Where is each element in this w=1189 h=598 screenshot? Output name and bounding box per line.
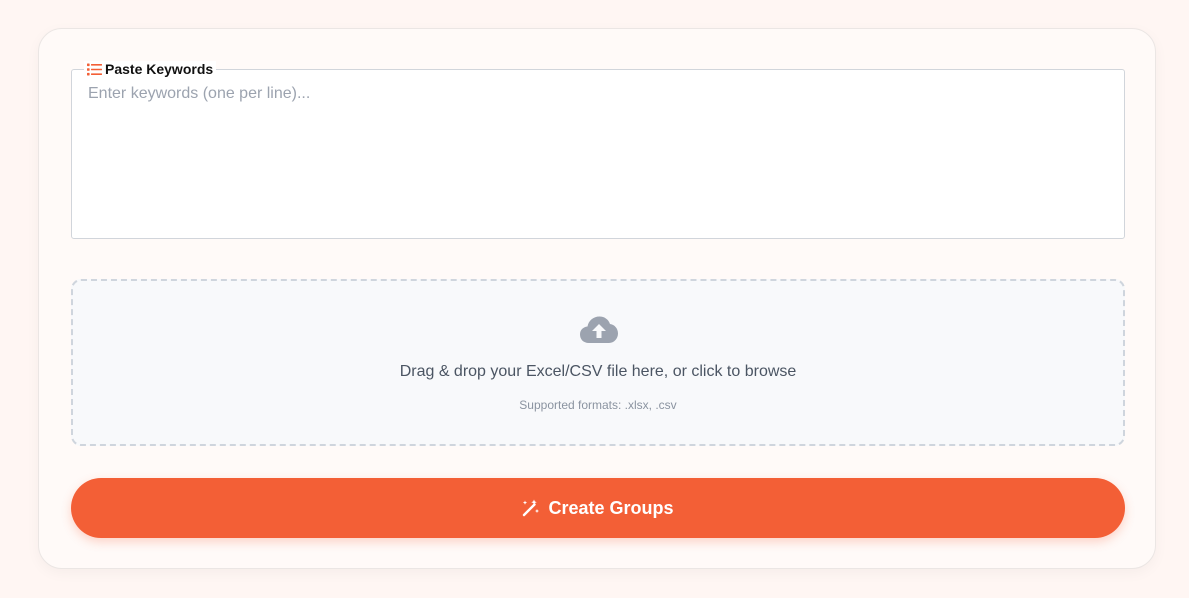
create-groups-label: Create Groups	[548, 497, 674, 518]
magic-wand-icon	[523, 499, 540, 517]
file-dropzone[interactable]: Drag & drop your Excel/CSV file here, or…	[71, 279, 1125, 446]
dropzone-prompt: Drag & drop your Excel/CSV file here, or…	[399, 363, 797, 380]
create-groups-button[interactable]: Create Groups	[71, 478, 1125, 538]
cloud-upload-icon	[580, 316, 618, 343]
supported-formats: Supported formats: .xlsx, .csv	[519, 398, 677, 412]
keywords-field: Paste Keywords	[71, 61, 1125, 239]
keywords-textarea[interactable]	[72, 70, 1124, 238]
keyword-grouping-card: Paste Keywords Drag & drop your Excel/CS…	[38, 28, 1156, 569]
